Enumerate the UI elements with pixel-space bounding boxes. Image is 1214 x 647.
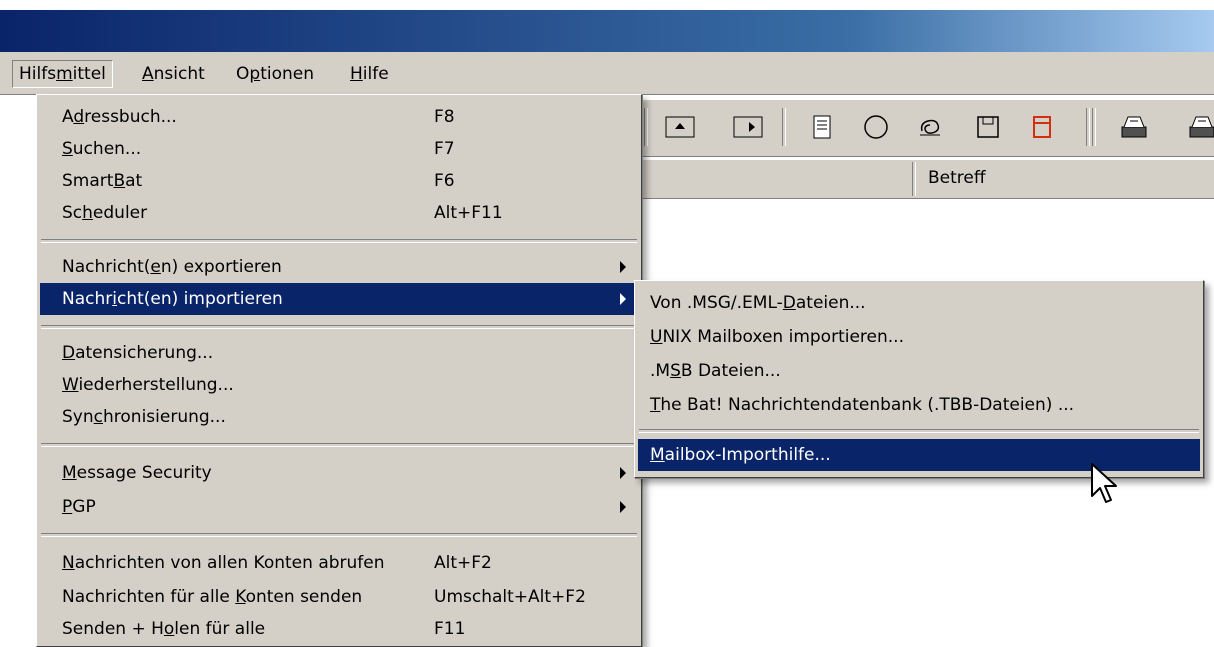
menu-hilfe[interactable]: Hilfe bbox=[344, 61, 395, 87]
menu-item-scheduler[interactable]: Scheduler Alt+F11 bbox=[40, 197, 638, 229]
clip-icon[interactable] bbox=[912, 112, 948, 142]
submenu-item-msg-eml[interactable]: Von .MSG/.EML-Dateien... bbox=[638, 287, 1200, 319]
submenu-item-msb[interactable]: .MSB Dateien... bbox=[638, 355, 1200, 387]
menu-item-send-receive-all[interactable]: Senden + Holen für alle F11 bbox=[40, 613, 638, 645]
menu-item-pgp[interactable]: PGP bbox=[40, 491, 638, 523]
menu-item-message-security[interactable]: Message Security bbox=[40, 457, 638, 489]
menu-item-import[interactable]: Nachricht(en) importieren bbox=[40, 283, 638, 315]
submenu-arrow-icon bbox=[620, 467, 626, 479]
hilfsmittel-menu: Adressbuch... F8 Suchen... F7 SmartBat F… bbox=[36, 94, 642, 647]
submenu-item-unix-mailbox[interactable]: UNIX Mailboxen importieren... bbox=[638, 321, 1200, 353]
menu-item-adressbuch[interactable]: Adressbuch... F8 bbox=[40, 101, 638, 133]
floppy-icon[interactable] bbox=[970, 112, 1006, 142]
menu-separator bbox=[41, 533, 637, 537]
mailbox-icon[interactable] bbox=[1116, 112, 1152, 142]
submenu-arrow-icon bbox=[620, 261, 626, 273]
submenu-item-tbb[interactable]: The Bat! Nachrichtendatenbank (.TBB-Date… bbox=[638, 389, 1200, 421]
message-list-header: Betreff bbox=[640, 160, 1214, 199]
scroll-right-icon[interactable] bbox=[730, 112, 766, 142]
menu-item-synchronisierung[interactable]: Synchronisierung... bbox=[40, 401, 638, 433]
menu-item-suchen[interactable]: Suchen... F7 bbox=[40, 133, 638, 165]
title-bar bbox=[0, 10, 1214, 52]
circle-icon[interactable] bbox=[858, 112, 894, 142]
red-frame-icon[interactable] bbox=[1024, 112, 1060, 142]
menu-ansicht[interactable]: Ansicht bbox=[136, 61, 211, 87]
menu-item-datensicherung[interactable]: Datensicherung... bbox=[40, 337, 638, 369]
menu-item-fetch-all[interactable]: Nachrichten von allen Konten abrufen Alt… bbox=[40, 547, 638, 579]
menu-separator bbox=[41, 239, 637, 243]
mailbox-icon[interactable] bbox=[1184, 112, 1214, 142]
menu-optionen[interactable]: Optionen bbox=[230, 61, 320, 87]
menu-item-smartbat[interactable]: SmartBat F6 bbox=[40, 165, 638, 197]
mouse-cursor-icon bbox=[1091, 463, 1117, 503]
submenu-arrow-icon bbox=[620, 293, 626, 305]
menu-item-send-all[interactable]: Nachrichten für alle Konten senden Umsch… bbox=[40, 581, 638, 613]
menu-hilfsmittel[interactable]: Hilfsmittel bbox=[12, 60, 113, 88]
import-submenu: Von .MSG/.EML-Dateien... UNIX Mailboxen … bbox=[634, 280, 1204, 478]
menu-item-wiederherstellung[interactable]: Wiederherstellung... bbox=[40, 369, 638, 401]
menu-separator bbox=[41, 443, 637, 447]
menu-item-export[interactable]: Nachricht(en) exportieren bbox=[40, 251, 638, 283]
toolbar bbox=[640, 100, 1214, 157]
scroll-up-icon[interactable] bbox=[662, 112, 698, 142]
menu-separator bbox=[41, 325, 637, 329]
document-icon[interactable] bbox=[804, 112, 840, 142]
menu-separator bbox=[639, 429, 1199, 433]
column-subject[interactable]: Betreff bbox=[928, 168, 986, 188]
menu-bar: Hilfsmittel Ansicht Optionen Hilfe bbox=[0, 52, 1214, 95]
submenu-arrow-icon bbox=[620, 501, 626, 513]
